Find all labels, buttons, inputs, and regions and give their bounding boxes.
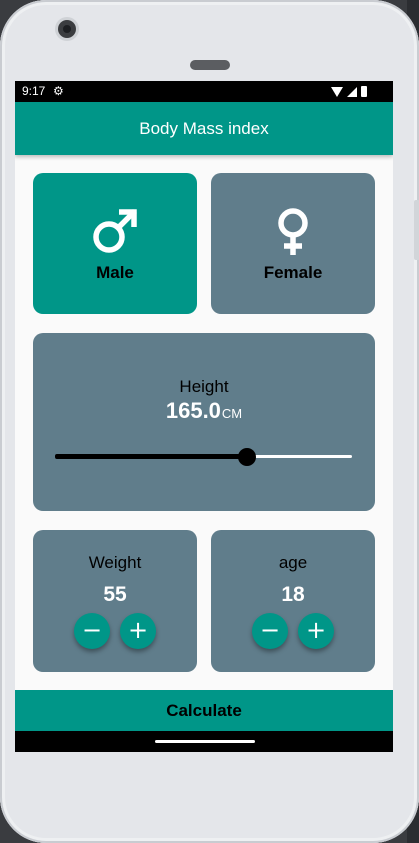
signal-icon: [347, 87, 357, 97]
phone-frame: 9:17 ⚙ Body Mass index Male Female Heigh…: [0, 0, 419, 843]
female-card[interactable]: Female: [211, 173, 375, 314]
slider-thumb[interactable]: [238, 448, 257, 466]
height-unit: CM: [221, 406, 243, 421]
volume-button: [414, 200, 419, 260]
age-decrement-button[interactable]: −: [252, 613, 288, 649]
page-title: Body Mass index: [139, 119, 269, 138]
weight-card: Weight 55 − +: [33, 530, 197, 672]
height-card: Height 165.0 CM: [33, 333, 375, 511]
phone-screen: 9:17 ⚙ Body Mass index Male Female Heigh…: [15, 81, 393, 752]
slider-active-track: [55, 454, 248, 459]
male-icon: [93, 208, 137, 253]
age-card: age 18 − +: [211, 530, 375, 672]
navigation-bar: [15, 731, 393, 752]
status-icons: [331, 86, 367, 97]
height-slider[interactable]: [55, 446, 352, 466]
battery-icon: [361, 86, 367, 97]
weight-buttons: − +: [74, 613, 156, 649]
calculate-label: Calculate: [166, 701, 242, 720]
male-card[interactable]: Male: [33, 173, 197, 314]
home-gesture-pill[interactable]: [155, 740, 255, 743]
weight-label: Weight: [88, 553, 142, 572]
height-label: Height: [179, 377, 229, 396]
app-bar: Body Mass index: [15, 102, 393, 155]
age-value: 18: [281, 583, 305, 606]
status-time: 9:17: [22, 84, 46, 98]
height-value-row: 165.0 CM: [166, 398, 242, 424]
female-icon: [278, 207, 308, 255]
age-increment-button[interactable]: +: [298, 613, 334, 649]
settings-status-icon: ⚙: [53, 84, 64, 98]
height-value: 165.0: [165, 398, 221, 423]
front-camera: [58, 20, 76, 38]
wifi-icon: [331, 87, 343, 97]
status-bar: 9:17 ⚙: [15, 81, 393, 102]
earpiece-speaker: [190, 60, 230, 70]
male-label: Male: [96, 262, 134, 282]
weight-increment-button[interactable]: +: [120, 613, 156, 649]
weight-decrement-button[interactable]: −: [74, 613, 110, 649]
female-label: Female: [263, 262, 323, 282]
weight-value: 55: [103, 583, 127, 606]
calculate-button[interactable]: Calculate: [15, 690, 393, 731]
age-label: age: [278, 553, 308, 572]
age-buttons: − +: [252, 613, 334, 649]
